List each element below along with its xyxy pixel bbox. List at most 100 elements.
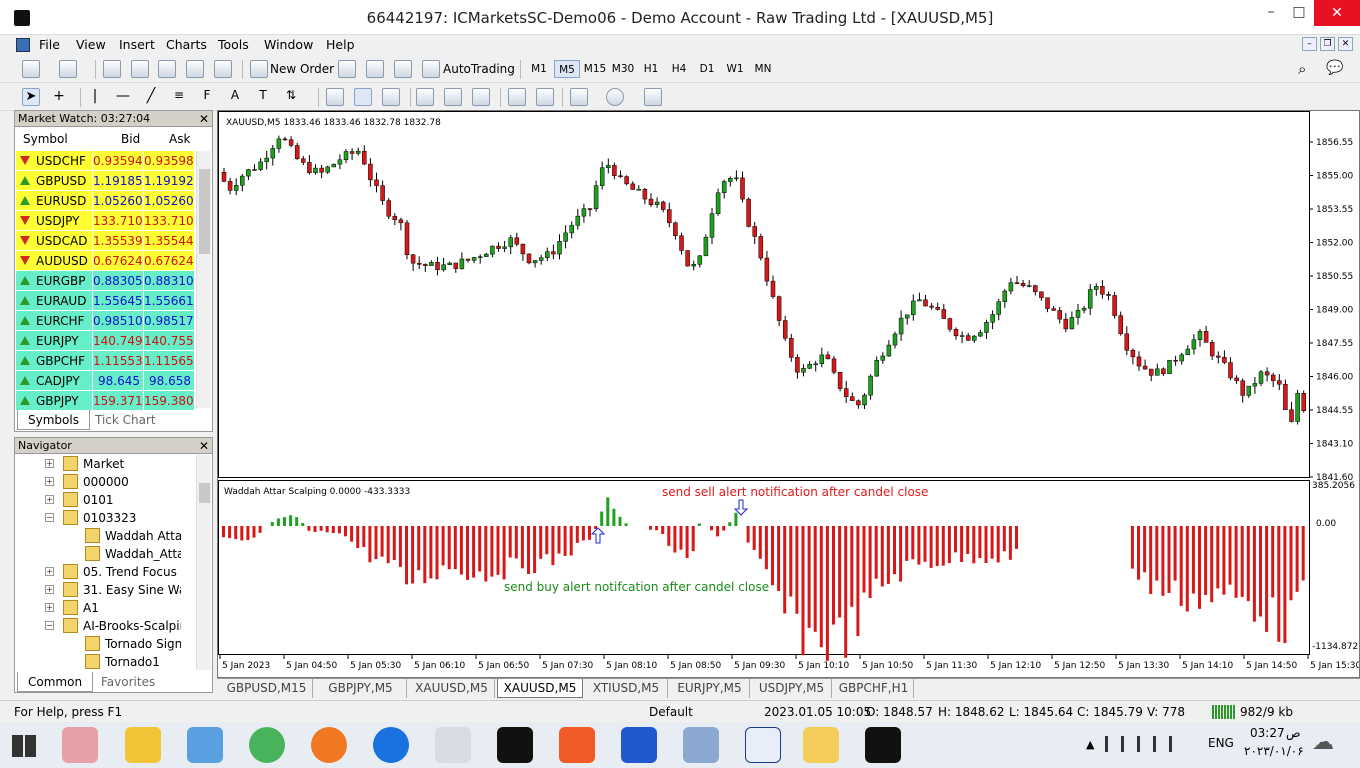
autoscroll-icon[interactable] [508,88,526,106]
chart-tab[interactable]: EURJPY,M5 [670,679,750,698]
clock-time[interactable]: 03:27 [1250,726,1285,740]
symbol-row[interactable]: CADJPY 98.645 98.658 [16,371,196,391]
tf-h4[interactable]: H4 [666,60,692,78]
status-profile[interactable]: Default [649,701,693,723]
price-chart[interactable]: 1856.55 1855.00 1853.55 1852.00 1850.55 1849.… [218,111,1360,677]
symbol-row[interactable]: USDJPY 133.710 133.710 [16,211,196,231]
network-app-icon[interactable] [683,727,719,763]
connection-bars-icon[interactable] [1212,705,1236,719]
navigator-scrollbar[interactable] [196,455,211,670]
col-symbol[interactable]: Symbol [23,128,68,150]
menu-file[interactable]: File [39,37,60,52]
tab-tick-chart[interactable]: Tick Chart [85,410,166,430]
text-icon[interactable]: A [226,88,244,106]
chart-window-icon[interactable] [16,38,30,52]
new-chart-icon[interactable] [22,60,40,78]
signals-icon[interactable] [366,60,384,78]
data-window-icon[interactable] [131,60,149,78]
text-label-icon[interactable]: T [254,88,272,106]
metatrader-icon[interactable] [249,727,285,763]
symbol-row[interactable]: USDCHF 0.93594 0.93598 [16,151,196,171]
tf-m1[interactable]: M1 [526,60,552,78]
firefox-icon[interactable] [311,727,347,763]
collapse-icon[interactable]: − [45,513,54,522]
tab-favorites[interactable]: Favorites [91,672,165,692]
symbol-row[interactable]: GBPUSD 1.19185 1.19192 [16,171,196,191]
navigator-item[interactable]: Tornado1 [15,653,181,671]
symbol-row[interactable]: EURAUD 1.55645 1.55661 [16,291,196,311]
terminal-icon[interactable] [186,60,204,78]
tile-windows-icon[interactable] [472,88,490,106]
navigator-item[interactable]: + A1 [15,599,181,617]
channel-icon[interactable]: ≡ [170,88,188,106]
cursor-icon[interactable]: ➤ [22,88,40,106]
language-indicator[interactable]: ENG [1208,736,1234,750]
navigator-item[interactable]: − AI-Brooks-Scalping-S [15,617,181,635]
expand-icon[interactable]: + [45,495,54,504]
window-app-icon[interactable] [745,727,781,763]
autotrading-button[interactable]: AutoTrading [443,59,515,79]
clock-date[interactable]: ۲۰۲۳/۰۱/۰۶ [1244,744,1304,758]
periods-clock-icon[interactable] [606,88,624,106]
navigator-icon[interactable] [158,60,176,78]
mdi-restore-button[interactable]: ❐ [1320,37,1335,51]
weather-icon[interactable]: ☁ [1312,730,1334,755]
app-diamond-icon[interactable] [621,727,657,763]
menu-view[interactable]: View [76,37,106,52]
tf-h1[interactable]: H1 [638,60,664,78]
tf-w1[interactable]: W1 [722,60,748,78]
vertical-line-icon[interactable]: | [86,88,104,106]
navigator-item[interactable]: + Market [15,455,181,473]
title-bar[interactable]: 66442197: ICMarketsSC-Demo06 - Demo Acco… [0,0,1360,35]
new-order-button[interactable]: New Order [270,59,334,79]
icmarkets-icon[interactable] [865,727,901,763]
snipping-tool-icon[interactable] [62,727,98,763]
navigator-item[interactable]: Tornado Signal [15,635,181,653]
navigator-close-icon[interactable]: ✕ [199,438,209,454]
menu-tools[interactable]: Tools [218,37,249,52]
line-chart-icon[interactable] [382,88,400,106]
tf-mn[interactable]: MN [750,60,776,78]
brave-icon[interactable] [559,727,595,763]
navigator-item[interactable]: Waddah_Attar_Sc [15,545,181,563]
metaeditor-icon[interactable] [338,60,356,78]
teamviewer-icon[interactable] [373,727,409,763]
horizontal-line-icon[interactable]: — [114,88,132,106]
expand-icon[interactable]: + [45,477,54,486]
search-icon[interactable]: ⌕ [1298,60,1316,78]
chart-shift-icon[interactable] [536,88,554,106]
mdi-close-button[interactable]: ✕ [1338,37,1353,51]
windows-start-icon[interactable] [12,735,36,757]
maximize-button[interactable]: □ [1286,4,1312,20]
menu-window[interactable]: Window [264,37,313,52]
tab-symbols[interactable]: Symbols [17,410,90,430]
market-watch-close-icon[interactable]: ✕ [199,111,209,127]
tray-chevron-icon[interactable]: ▲ [1086,738,1094,751]
col-ask[interactable]: Ask [169,128,190,150]
expand-icon[interactable]: + [45,459,54,468]
menu-help[interactable]: Help [326,37,355,52]
navigator-item[interactable]: − 0103323 [15,509,181,527]
exness-icon[interactable] [497,727,533,763]
tray-icons[interactable] [1105,736,1175,752]
symbol-row[interactable]: EURUSD 1.05260 1.05260 [16,191,196,211]
profiles-icon[interactable] [59,60,77,78]
chart-tab[interactable]: GBPJPY,M5 [315,679,407,698]
chart-window[interactable]: 1856.55 1855.00 1853.55 1852.00 1850.55 1849.… [217,110,1360,678]
symbol-row[interactable]: EURGBP 0.88305 0.88310 [16,271,196,291]
crosshair-icon[interactable]: + [50,88,68,106]
tf-m5[interactable]: M5 [554,60,580,78]
collapse-icon[interactable]: − [45,621,54,630]
tf-d1[interactable]: D1 [694,60,720,78]
navigator-item[interactable]: +0101 [15,491,181,509]
winamp-icon[interactable] [125,727,161,763]
chart-tab[interactable]: USDJPY,M5 [752,679,832,698]
zoom-out-icon[interactable] [444,88,462,106]
chart-tab[interactable]: XTIUSD,M5 [585,679,668,698]
templates-icon[interactable] [644,88,662,106]
expand-icon[interactable]: + [45,585,54,594]
file-explorer-icon[interactable] [803,727,839,763]
mdi-minimize-button[interactable]: – [1302,37,1317,51]
menu-charts[interactable]: Charts [166,37,207,52]
chart-tab[interactable]: XAUUSD,M5 [497,679,583,698]
